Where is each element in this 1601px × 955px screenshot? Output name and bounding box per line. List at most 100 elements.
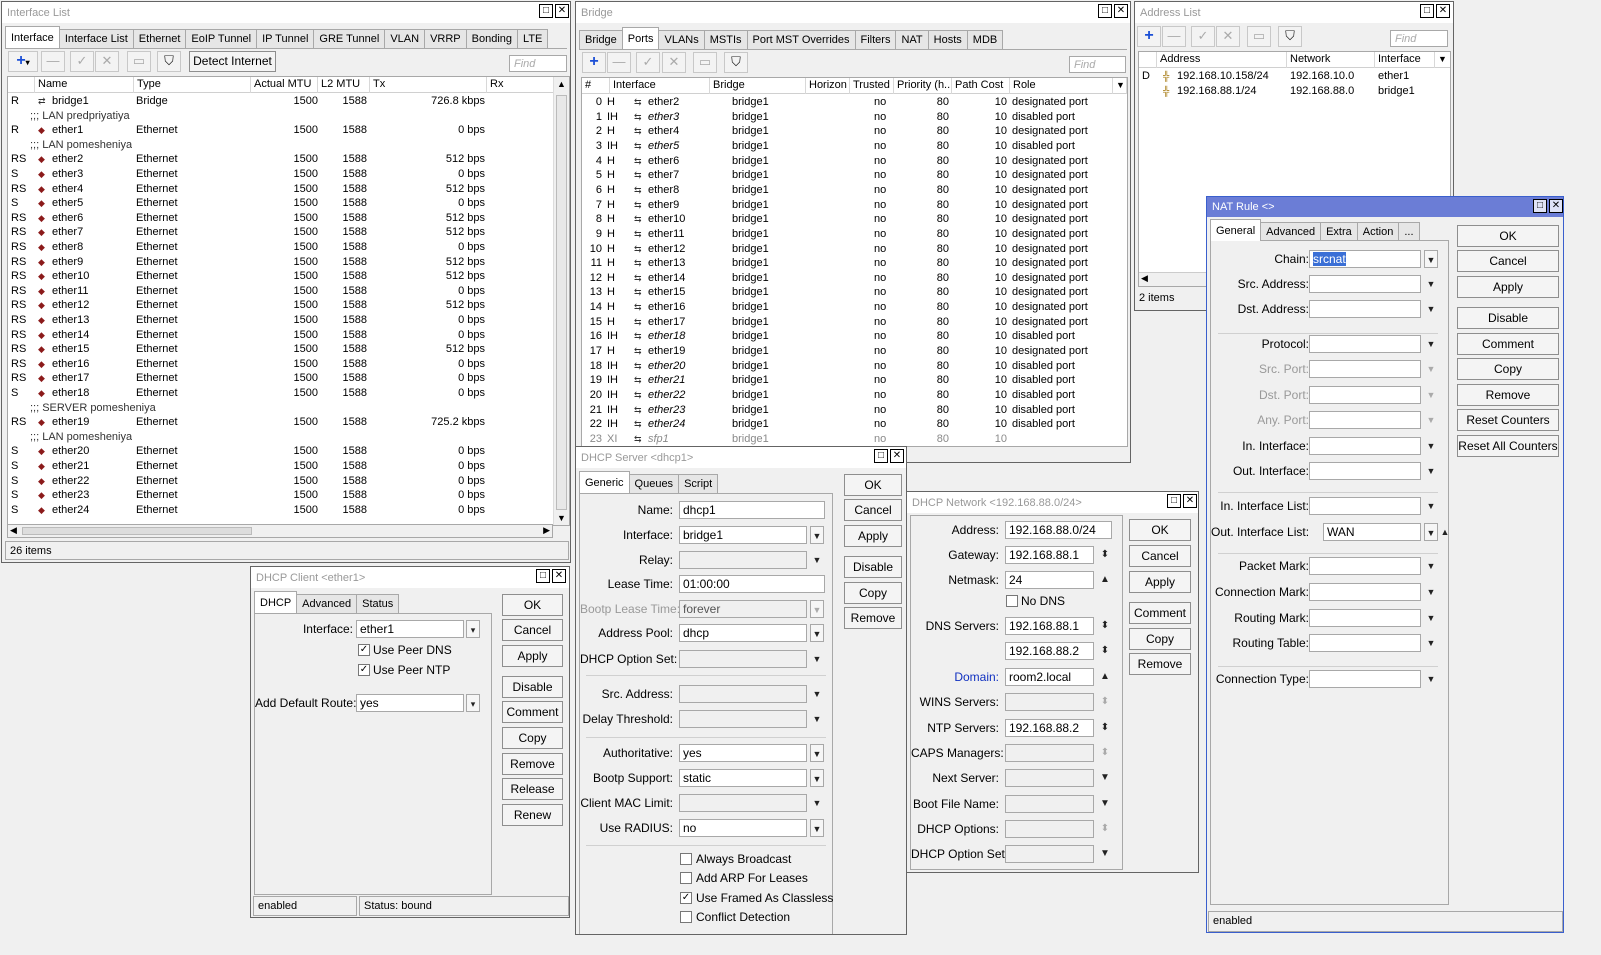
out-list-field[interactable]: WAN [1323,523,1421,541]
routing-mark-field[interactable] [1309,609,1421,627]
table-row[interactable]: 7 H ⇆ ether9 bridge1 no 80 10 designated port [582,198,1127,213]
table-row[interactable]: RS ◆ ether10 Ethernet 1500 1588 512 bps [8,269,569,284]
table-row[interactable]: 16 IH ⇆ ether18 bridge1 no 80 10 disabled port [582,329,1127,344]
dropdown-icon[interactable]: ▼ [810,551,824,569]
add-button[interactable]: +▾ [8,51,38,72]
restore-icon[interactable]: □ [1420,4,1434,18]
table-row[interactable]: 14 H ⇆ ether16 bridge1 no 80 10 designated port [582,300,1127,315]
no-dns-checkbox[interactable] [1006,595,1018,607]
table-row[interactable]: 22 IH ⇆ ether24 bridge1 no 80 10 disabled port [582,417,1127,432]
ok-button[interactable]: OK [1129,519,1191,541]
enable-button[interactable]: ✓ [1191,26,1215,47]
protocol-field[interactable] [1309,335,1421,353]
renew-button[interactable]: Renew [502,804,563,826]
boot-field[interactable] [1005,795,1094,813]
release-button[interactable]: Release [502,778,563,800]
table-row[interactable]: RS ◆ ether9 Ethernet 1500 1588 512 bps [8,255,569,270]
col-type[interactable]: Type [134,77,251,93]
table-row[interactable]: 4 H ⇆ ether6 bridge1 no 80 10 designated port [582,154,1127,169]
restore-icon[interactable]: □ [1167,494,1181,508]
enable-button[interactable]: ✓ [636,52,660,73]
comment-button[interactable]: ▭ [1247,26,1271,47]
spinner-icon[interactable]: ⬍ [1098,693,1112,711]
conn-type-field[interactable] [1309,670,1421,688]
mac-limit-field[interactable] [679,794,807,812]
comment-button[interactable]: ▭ [693,52,717,73]
disable-button[interactable]: ✕ [662,52,686,73]
address-list-titlebar[interactable]: Address List □ ✕ [1135,2,1453,23]
tab-status[interactable]: Status [356,594,400,613]
interface-list-titlebar[interactable]: Interface List □ ✕ [2,2,570,23]
table-row[interactable]: RS ◆ ether13 Ethernet 1500 1588 0 bps [8,313,569,328]
bootp-lease-field[interactable]: forever [679,600,807,618]
col-flags[interactable] [8,77,35,93]
table-row[interactable]: RS ◆ ether11 Ethernet 1500 1588 0 bps [8,284,569,299]
tab-advanced[interactable]: Advanced [296,594,358,613]
table-row[interactable]: S ◆ ether24 Ethernet 1500 1588 0 bps [8,503,569,518]
spinner-icon[interactable]: ⬍ [1098,546,1112,564]
dropdown-icon[interactable]: ▼ [810,650,824,668]
tab-bridge[interactable]: Bridge [579,30,623,49]
dropdown-icon[interactable]: ▼ [1424,634,1438,652]
name-field[interactable]: dhcp1 [679,501,825,519]
comment-row[interactable]: ;;; SERVER pomesheniya [8,401,569,416]
close-icon[interactable]: ✕ [555,4,569,18]
disable-button[interactable]: Disable [844,556,902,578]
enable-button[interactable]: ✓ [70,51,94,72]
table-row[interactable]: 3 IH ⇆ ether5 bridge1 no 80 10 disabled port [582,139,1127,154]
iface-field[interactable]: bridge1 [679,526,807,544]
copy-button[interactable]: Copy [844,582,902,604]
filter-button[interactable]: ⛉ [157,51,181,72]
table-row[interactable]: S ◆ ether23 Ethernet 1500 1588 0 bps [8,488,569,503]
tab-[interactable]: ... [1398,222,1420,241]
tab-vlan[interactable]: VLAN [384,29,426,48]
apply-button[interactable]: Apply [1129,571,1191,593]
cancel-button[interactable]: Cancel [1129,545,1191,567]
conflict-detection-checkbox[interactable] [680,911,692,923]
tab-interface-list[interactable]: Interface List [58,29,134,48]
find-input[interactable]: Find [509,55,567,72]
dropdown-icon[interactable]: ▼ [1424,275,1438,293]
use-peer-ntp-checkbox[interactable]: ✓ [358,664,370,676]
filter-button[interactable]: ⛉ [1278,26,1302,47]
copy-button[interactable]: Copy [1457,358,1559,380]
table-row[interactable]: RS ◆ ether16 Ethernet 1500 1588 0 bps [8,357,569,372]
close-icon[interactable]: ✕ [1436,4,1450,18]
cancel-button[interactable]: Cancel [502,619,563,641]
col-priority-h[interactable]: Priority (h... [894,78,952,94]
copy-button[interactable]: Copy [502,727,563,749]
table-row[interactable]: 1 IH ⇆ ether3 bridge1 no 80 10 disabled port [582,110,1127,125]
col-address[interactable]: Address [1157,52,1287,68]
bootp-support-field[interactable]: static [679,769,807,787]
tab-hosts[interactable]: Hosts [927,30,968,49]
collapse-icon[interactable]: ▲ [1438,523,1452,541]
table-row[interactable]: ╬ 192.168.88.1/24 192.168.88.0 bridge1 [1139,84,1450,99]
in-if-field[interactable] [1309,437,1421,455]
remove-button[interactable]: — [41,51,65,72]
table-row[interactable]: RS ◆ ether14 Ethernet 1500 1588 0 bps [8,328,569,343]
wins-field[interactable] [1005,693,1094,711]
table-row[interactable]: 18 IH ⇆ ether20 bridge1 no 80 10 disabled port [582,359,1127,374]
tab-advanced[interactable]: Advanced [1260,222,1322,241]
collapse-icon[interactable]: ▲ [1098,571,1112,589]
col-role[interactable]: Role [1010,78,1113,94]
domain-field[interactable]: room2.local [1005,668,1094,686]
vertical-scrollbar[interactable]: ▲ ▼ [553,77,569,525]
netmask-field[interactable]: 24 [1005,571,1094,589]
tab-eoip-tunnel[interactable]: EoIP Tunnel [185,29,258,48]
close-icon[interactable]: ✕ [890,449,904,463]
comment-row[interactable]: ;;; LAN pomesheniya [8,430,569,445]
spinner-icon[interactable]: ⬍ [1098,617,1112,635]
reset-all-counters-button[interactable]: Reset All Counters [1457,435,1559,457]
horizontal-scrollbar[interactable]: ◀ ▶ [7,524,553,538]
table-row[interactable]: 10 H ⇆ ether12 bridge1 no 80 10 designated port [582,242,1127,257]
spinner-icon[interactable]: ⬍ [1098,820,1112,838]
dropdown-icon[interactable]: ▼ [810,819,824,837]
dst-addr-field[interactable] [1309,300,1421,318]
tab-queues[interactable]: Queues [628,474,680,493]
tab-ip-tunnel[interactable]: IP Tunnel [256,29,315,48]
col-interface[interactable]: Interface [1375,52,1435,68]
table-row[interactable]: RS ◆ ether19 Ethernet 1500 1588 725.2 kbps [8,415,569,430]
table-row[interactable]: 19 IH ⇆ ether21 bridge1 no 80 10 disabled port [582,373,1127,388]
copy-button[interactable]: Copy [1129,628,1191,650]
